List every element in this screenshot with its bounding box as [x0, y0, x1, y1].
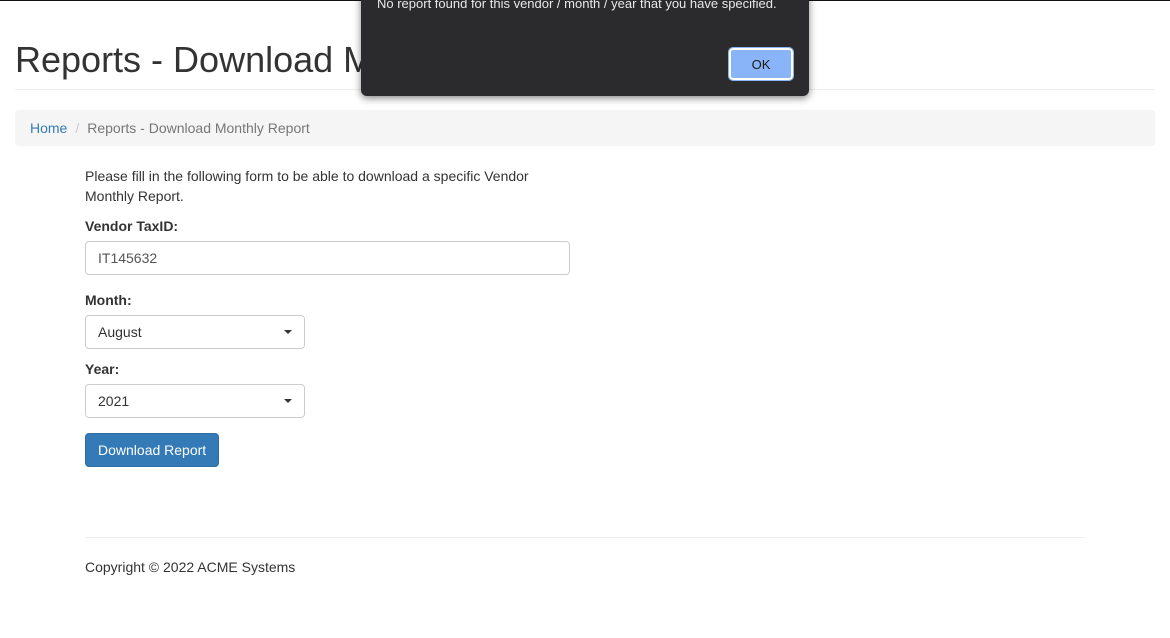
breadcrumb-current: Reports - Download Monthly Report — [87, 120, 310, 136]
caret-down-icon — [284, 330, 292, 334]
year-selected-value: 2021 — [98, 393, 130, 409]
report-form: Please fill in the following form to be … — [85, 166, 570, 467]
breadcrumb-home-link[interactable]: Home — [30, 120, 67, 136]
year-label: Year: — [85, 361, 120, 377]
month-select[interactable]: August — [85, 315, 305, 349]
footer-divider — [85, 537, 1085, 538]
footer-copyright: Copyright © 2022 ACME Systems — [85, 559, 296, 575]
vendor-taxid-label: Vendor TaxID: — [85, 218, 179, 234]
vendor-taxid-input[interactable] — [85, 241, 570, 275]
alert-dialog: No report found for this vendor / month … — [361, 0, 809, 96]
alert-ok-button[interactable]: OK — [728, 47, 794, 81]
form-intro-text: Please fill in the following form to be … — [85, 168, 529, 204]
alert-message: No report found for this vendor / month … — [377, 0, 777, 11]
month-label: Month: — [85, 292, 132, 308]
breadcrumb: Home / Reports - Download Monthly Report — [15, 110, 1155, 146]
year-select[interactable]: 2021 — [85, 384, 305, 418]
month-selected-value: August — [98, 324, 142, 340]
caret-down-icon — [284, 399, 292, 403]
breadcrumb-separator: / — [75, 120, 80, 136]
download-report-button[interactable]: Download Report — [85, 433, 220, 467]
